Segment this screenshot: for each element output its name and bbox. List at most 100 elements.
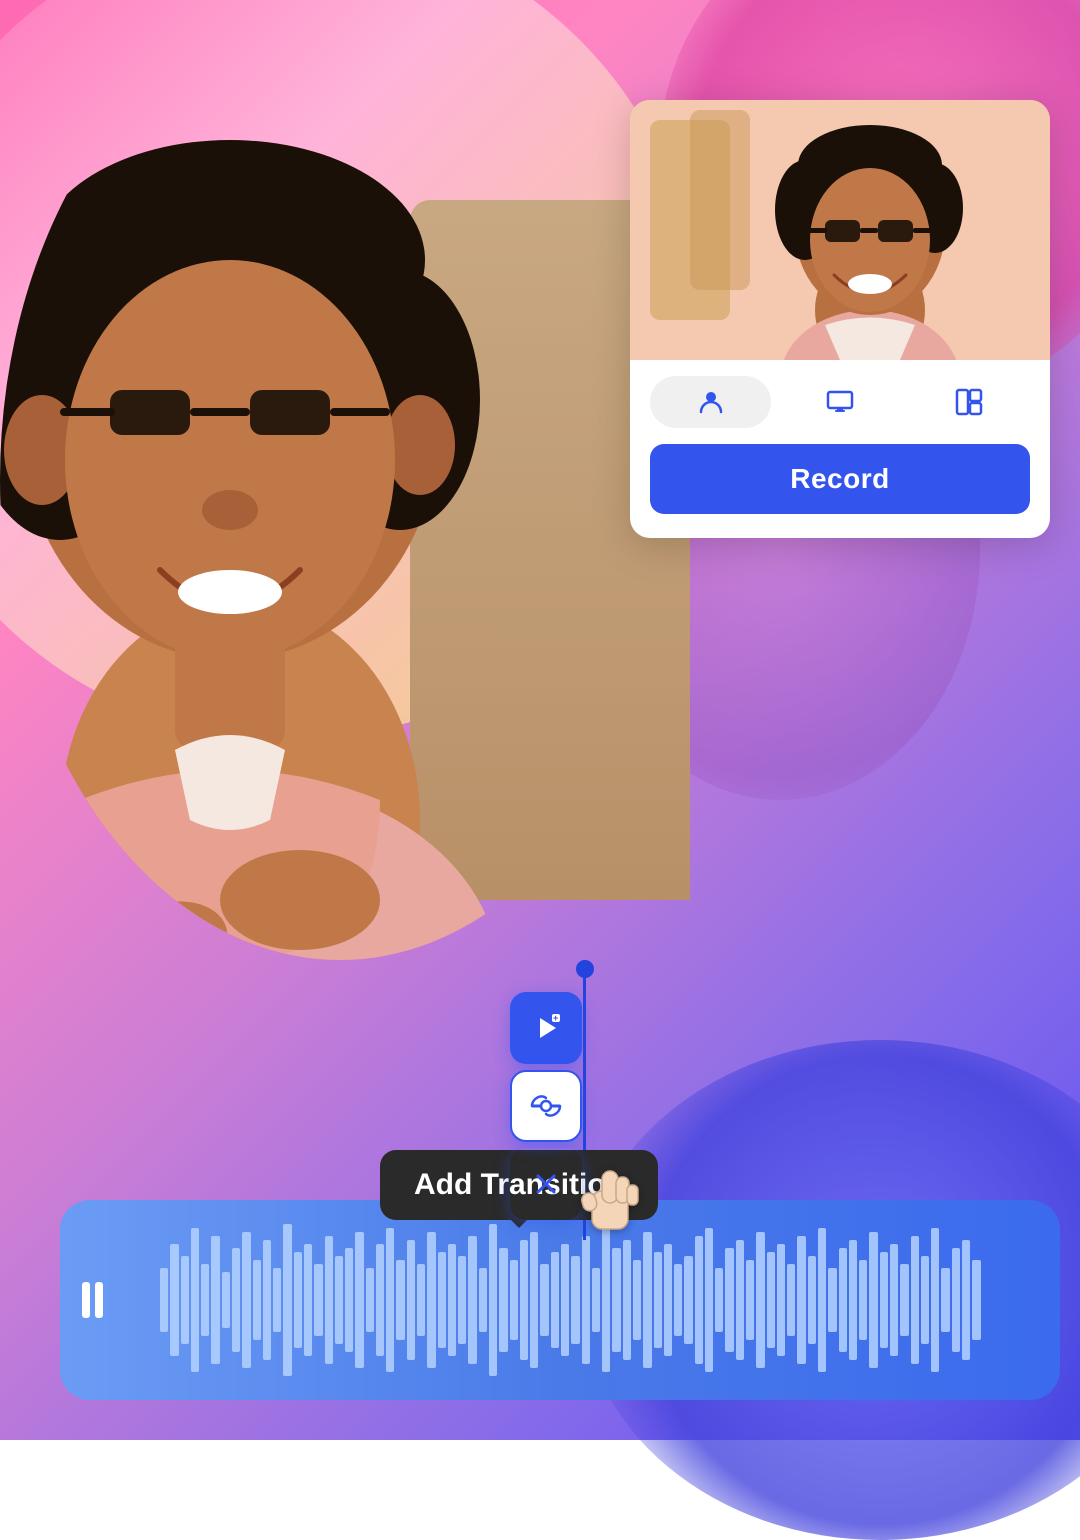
waveform-bar [314, 1264, 322, 1336]
waveform-bar [890, 1244, 898, 1356]
waveform-bar [787, 1264, 795, 1336]
timeline-device[interactable] [60, 1200, 1060, 1400]
waveform-bar [654, 1252, 662, 1348]
waveform-bar [859, 1260, 867, 1340]
mode-layout-button[interactable] [909, 376, 1030, 428]
waveform-bar [674, 1264, 682, 1336]
waveform-bar [684, 1256, 692, 1344]
waveform-bar [941, 1268, 949, 1332]
waveform-bar [191, 1228, 199, 1372]
playhead-top [576, 960, 594, 978]
waveform-bar [849, 1240, 857, 1360]
person-svg [0, 0, 680, 960]
transition-button[interactable] [510, 1070, 582, 1142]
waveform-bar [325, 1236, 333, 1364]
waveform-bar [181, 1256, 189, 1344]
waveform-bar [756, 1232, 764, 1368]
screen-icon [826, 388, 854, 416]
waveform-bar [767, 1252, 775, 1348]
transition-icon [528, 1088, 564, 1124]
waveform-bar [479, 1268, 487, 1332]
waveform-bar [232, 1248, 240, 1352]
waveform-bar [818, 1228, 826, 1372]
waveform-bar [839, 1248, 847, 1352]
waveform-bar [715, 1268, 723, 1332]
waveform-bar [263, 1240, 271, 1360]
waveform-bar [880, 1252, 888, 1348]
waveform-bar [335, 1256, 343, 1344]
waveform-bar [705, 1228, 713, 1372]
waveform-bar [253, 1260, 261, 1340]
waveform-bar [376, 1244, 384, 1356]
waveform-bar [746, 1260, 754, 1340]
waveform-bar [222, 1272, 230, 1328]
waveform-bar [643, 1232, 651, 1368]
waveform-bar [582, 1236, 590, 1364]
waveform-bar [211, 1236, 219, 1364]
waveform-bar [201, 1264, 209, 1336]
person-icon [697, 388, 725, 416]
waveform-bar [695, 1236, 703, 1364]
waveform-bar [911, 1236, 919, 1364]
waveform-bar [283, 1224, 291, 1376]
waveform-bar [448, 1244, 456, 1356]
waveform-bar [808, 1256, 816, 1344]
layout-icon [955, 388, 983, 416]
add-clip-icon: + [528, 1010, 564, 1046]
record-button[interactable]: Record [650, 444, 1030, 514]
context-menu: + [510, 992, 582, 1220]
preview-svg [630, 100, 1050, 360]
waveform-bar [952, 1248, 960, 1352]
waveform-bar [366, 1268, 374, 1332]
close-context-button[interactable] [510, 1148, 582, 1220]
waveform-bar [633, 1260, 641, 1340]
waveform-bar [931, 1228, 939, 1372]
waveform-bar [530, 1232, 538, 1368]
waveform-bar [592, 1268, 600, 1332]
close-icon [532, 1170, 560, 1198]
waveform-bar [921, 1256, 929, 1344]
waveform-bar [869, 1232, 877, 1368]
waveform-bar [273, 1268, 281, 1332]
waveform-bar [623, 1240, 631, 1360]
waveform-bar [417, 1264, 425, 1336]
waveform-bar [725, 1248, 733, 1352]
waveform-bar [427, 1232, 435, 1368]
mode-person-button[interactable] [650, 376, 771, 428]
waveform-bar [777, 1244, 785, 1356]
waveform-bar [828, 1268, 836, 1332]
waveform-bar [962, 1240, 970, 1360]
waveform-bar [355, 1232, 363, 1368]
waveform-bar [664, 1244, 672, 1356]
waveform-bar [612, 1248, 620, 1352]
waveform [60, 1200, 1060, 1400]
mode-screen-button[interactable] [779, 376, 900, 428]
mode-selector [630, 360, 1050, 440]
waveform-bar [551, 1252, 559, 1348]
waveform-bar [304, 1244, 312, 1356]
waveform-bar [520, 1240, 528, 1360]
waveform-bar [900, 1264, 908, 1336]
svg-text:+: + [553, 1013, 558, 1023]
record-card: Record [630, 100, 1050, 538]
waveform-bar [561, 1244, 569, 1356]
waveform-bar [972, 1260, 980, 1340]
waveform-bar [345, 1248, 353, 1352]
waveform-bar [386, 1228, 394, 1372]
waveform-bar [489, 1224, 497, 1376]
waveform-bar [294, 1252, 302, 1348]
waveform-bar [170, 1244, 178, 1356]
record-preview [630, 100, 1050, 360]
waveform-bar [458, 1256, 466, 1344]
waveform-bar [396, 1260, 404, 1340]
waveform-bar [242, 1232, 250, 1368]
waveform-bar [438, 1252, 446, 1348]
waveform-bar [468, 1236, 476, 1364]
waveform-bar [736, 1240, 744, 1360]
waveform-bar [797, 1236, 805, 1364]
waveform-bar [160, 1268, 168, 1332]
add-clip-button[interactable]: + [510, 992, 582, 1064]
waveform-bar [510, 1260, 518, 1340]
waveform-bar [571, 1256, 579, 1344]
waveform-bar [602, 1228, 610, 1372]
